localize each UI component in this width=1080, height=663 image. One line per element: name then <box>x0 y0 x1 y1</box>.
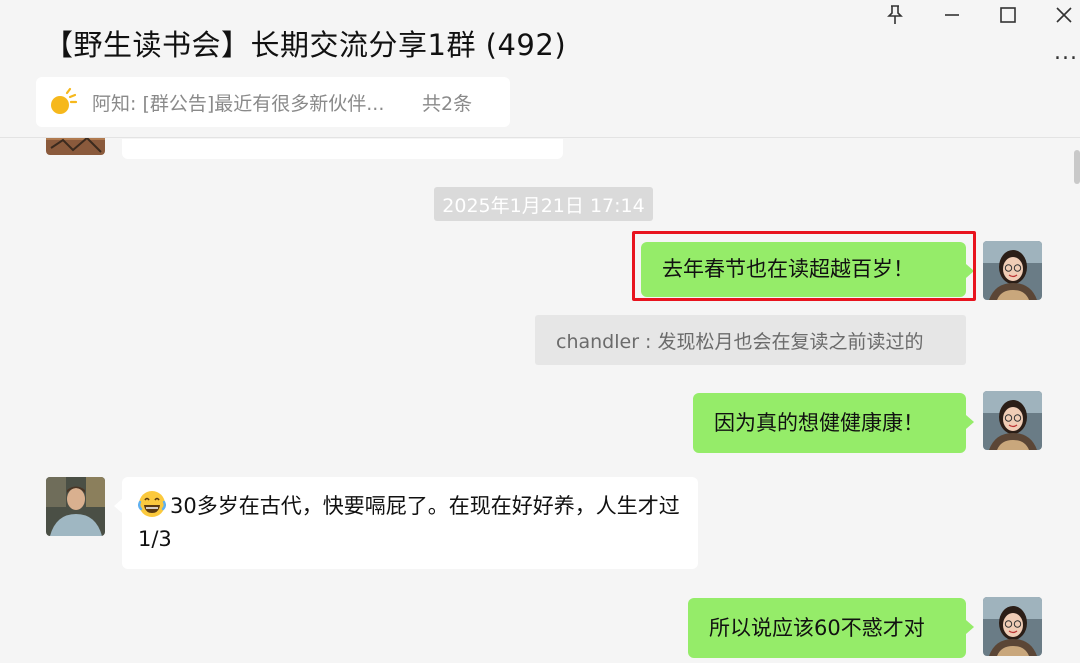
notice-count: 共2条 <box>422 92 473 115</box>
maximize-icon[interactable] <box>993 2 1023 28</box>
group-notice-bar[interactable]: 阿知: [群公告]最近有很多新伙伴... 共2条 <box>36 77 510 127</box>
avatar-self[interactable] <box>983 597 1042 656</box>
chat-header: 【野生读书会】长期交流分享1群 (492) ... 阿知: [群公告]最近有很多… <box>0 0 1080 138</box>
message-text: 30多岁在古代，快要嗝屁了。在现在好好养，人生才过1/3 <box>138 494 680 551</box>
laughing-tears-emoji <box>138 490 166 518</box>
avatar-self[interactable] <box>983 391 1042 450</box>
avatar-self[interactable] <box>983 241 1042 300</box>
pin-icon[interactable] <box>880 2 910 28</box>
avatar-contact[interactable] <box>46 477 105 536</box>
highlight-box <box>632 231 976 301</box>
outgoing-message-bubble[interactable]: 因为真的想健健康康！ <box>693 393 974 453</box>
previous-message-bubble[interactable] <box>122 139 563 159</box>
minimize-icon[interactable] <box>937 2 967 28</box>
close-icon[interactable] <box>1049 2 1079 28</box>
incoming-message-bubble[interactable]: 30多岁在古代，快要嗝屁了。在现在好好养，人生才过1/3 <box>114 477 698 569</box>
message-text: 所以说应该60不惑才对 <box>709 615 925 640</box>
more-options-icon[interactable]: ... <box>1054 40 1078 65</box>
system-message: chandler : 发现松月也会在复读之前读过的 <box>535 315 966 365</box>
message-text: 因为真的想健健康康！ <box>714 410 924 435</box>
notice-text: 阿知: [群公告]最近有很多新伙伴... <box>92 92 385 115</box>
scrollbar[interactable] <box>1074 150 1080 184</box>
message-timestamp: 2025年1月21日 17:14 <box>434 187 653 221</box>
chat-title: 【野生读书会】长期交流分享1群 (492) <box>44 28 567 62</box>
announcement-icon <box>48 87 78 117</box>
outgoing-message-bubble[interactable]: 所以说应该60不惑才对 <box>688 598 974 658</box>
